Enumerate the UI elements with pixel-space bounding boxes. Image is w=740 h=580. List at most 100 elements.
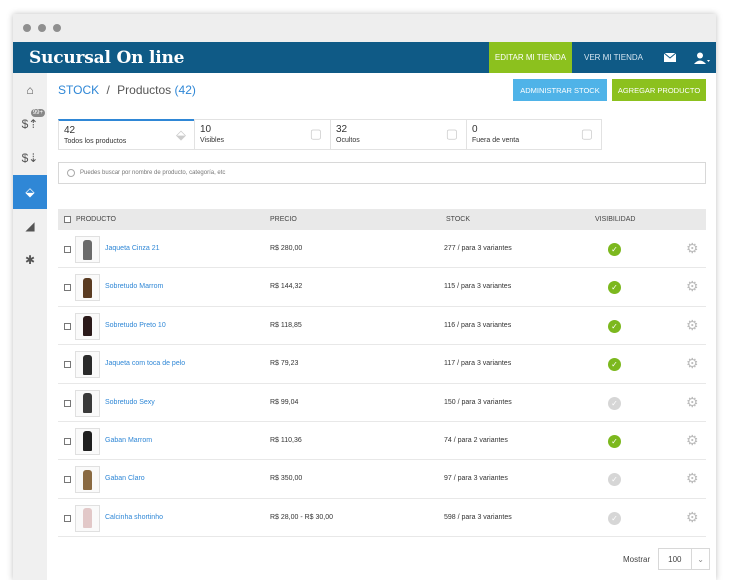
gear-icon[interactable]: ⚙ [686, 355, 699, 372]
row-checkbox[interactable] [64, 399, 71, 407]
gear-icon[interactable]: ⚙ [686, 317, 699, 334]
search-input[interactable]: Puedes buscar por nombre de producto, ca… [58, 162, 706, 184]
edit-store-button[interactable]: Editar mi tienda [489, 42, 572, 73]
product-name-link[interactable]: Jaqueta com toca de pelo [105, 360, 185, 367]
product-image [83, 393, 92, 414]
money-up-icon: $⇡ [21, 117, 39, 131]
visibility-toggle[interactable]: ✓ [608, 281, 621, 295]
row-checkbox[interactable] [64, 246, 71, 253]
product-thumbnail[interactable] [75, 351, 100, 379]
product-thumbnail[interactable] [75, 389, 100, 417]
sidebar-item-money-down[interactable]: $⇣ [13, 141, 47, 175]
sidebar-item-megaphone[interactable]: ◢ [13, 209, 47, 243]
product-name-link[interactable]: Jaqueta Cinza 21 [105, 245, 159, 252]
product-thumbnail[interactable] [75, 274, 100, 302]
product-thumbnail[interactable] [75, 312, 100, 340]
page-title: Productos [117, 83, 172, 97]
row-checkbox[interactable] [64, 437, 71, 445]
table-row: Sobretudo Sexy R$ 99,04 150 / para 3 varia… [58, 384, 706, 422]
tab-count: 10 [200, 124, 212, 135]
tab-visible[interactable]: 10 Visibles ▢ [194, 119, 330, 150]
table-row: Calcinha shortinho R$ 28,00 - R$ 30,00 598… [58, 499, 706, 538]
row-checkbox[interactable] [64, 514, 71, 522]
row-checkbox[interactable] [64, 322, 71, 330]
sidebar-item-home[interactable]: ⌂ [13, 73, 47, 107]
view-store-button[interactable]: Ver mi tienda [572, 42, 655, 73]
sidebar-item-gear[interactable]: ✱ [13, 243, 47, 277]
megaphone-icon: ◢ [25, 219, 35, 233]
shopping-bag-icon: ▢ [309, 126, 322, 141]
select-all-checkbox[interactable] [64, 216, 71, 223]
filter-tabs: 42 Todos los productos ⬙ 10 Visibles ▢ 3… [58, 119, 602, 150]
visibility-toggle[interactable]: ✓ [608, 511, 621, 525]
product-name-link[interactable]: Sobretudo Sexy [105, 399, 155, 406]
top-bar: Sucursal On line Editar mi tienda Ver mi… [13, 42, 716, 73]
product-thumbnail[interactable] [75, 466, 100, 494]
header-visibilidad[interactable]: Visibilidad [595, 216, 635, 223]
browser-window: Sucursal On line Editar mi tienda Ver mi… [13, 14, 716, 580]
tab-label: Todos los productos [64, 138, 127, 145]
sidebar-item-money-up[interactable]: $⇡ 99+ [13, 107, 47, 141]
window-dot [53, 24, 61, 32]
mail-icon[interactable] [656, 42, 684, 73]
table-row: Jaqueta com toca de pelo R$ 79,23 117 / pa… [58, 345, 706, 384]
chevron-down-icon: ⌄ [691, 549, 709, 569]
gear-icon[interactable]: ⚙ [686, 278, 699, 295]
pagination-footer: Mostrar 100 ⌄ [623, 548, 711, 570]
tab-hidden[interactable]: 32 Ocultos ▢ [330, 119, 466, 150]
breadcrumb: STOCK / Productos (42) [58, 83, 196, 97]
product-stock: 116 / para 3 variantes [444, 321, 512, 329]
product-name-link[interactable]: Sobretudo Marrom [105, 283, 163, 290]
gear-icon[interactable]: ⚙ [686, 470, 699, 487]
product-price: R$ 99,04 [270, 398, 299, 406]
gear-icon[interactable]: ⚙ [686, 240, 699, 257]
visibility-toggle[interactable]: ✓ [608, 243, 621, 256]
visibility-toggle[interactable]: ✓ [608, 319, 621, 333]
table-row: Gaban Marrom R$ 110,36 74 / para 2 variant… [58, 422, 706, 461]
page-size-select[interactable]: 100 ⌄ [658, 548, 711, 570]
table-row: Sobretudo Preto 10 R$ 118,85 116 / para 3 … [58, 307, 706, 346]
product-price: R$ 280,00 [270, 245, 303, 252]
shopping-bag-icon: ▢ [580, 126, 593, 141]
product-name-link[interactable]: Gaban Claro [105, 475, 145, 482]
tab-out-of-sale[interactable]: 0 Fuera de venta ▢ [466, 119, 602, 150]
product-image [83, 508, 92, 529]
product-name-link[interactable]: Sobretudo Preto 10 [105, 322, 166, 329]
product-thumbnail[interactable] [75, 236, 100, 263]
visibility-toggle[interactable]: ✓ [608, 396, 621, 410]
breadcrumb-stock-link[interactable]: STOCK [58, 83, 99, 97]
product-table: Jaqueta Cinza 21 R$ 280,00 277 / para 3 va… [58, 230, 706, 538]
product-thumbnail[interactable] [75, 427, 100, 455]
table-row: Gaban Claro R$ 350,00 97 / para 3 variante… [58, 460, 706, 499]
user-icon[interactable] [688, 42, 716, 73]
header-stock[interactable]: Stock [446, 216, 470, 223]
row-checkbox[interactable] [64, 476, 71, 484]
tab-label: Visibles [200, 137, 224, 144]
notification-badge: 99+ [30, 109, 45, 117]
tab-all[interactable]: 42 Todos los productos ⬙ [58, 119, 194, 150]
sidebar-item-tag[interactable]: ⬙ [13, 175, 47, 209]
visibility-toggle[interactable]: ✓ [608, 358, 621, 372]
row-checkbox[interactable] [64, 361, 71, 369]
product-stock: 277 / para 3 variantes [444, 245, 512, 252]
header-producto[interactable]: Producto [76, 216, 116, 223]
gear-icon[interactable]: ⚙ [686, 432, 699, 449]
header-precio[interactable]: Precio [270, 216, 297, 223]
gear-icon[interactable]: ⚙ [686, 509, 699, 526]
manage-stock-button[interactable]: Administrar stock [513, 79, 607, 101]
product-thumbnail[interactable] [75, 504, 100, 532]
visibility-toggle[interactable]: ✓ [608, 473, 621, 487]
product-price: R$ 118,85 [270, 321, 302, 329]
visibility-toggle[interactable]: ✓ [608, 434, 621, 448]
product-image [83, 316, 92, 337]
row-checkbox[interactable] [64, 284, 71, 292]
home-icon: ⌂ [26, 83, 34, 97]
gear-icon[interactable]: ⚙ [686, 394, 699, 411]
product-stock: 74 / para 2 variantes [444, 436, 508, 444]
product-name-link[interactable]: Calcinha shortinho [105, 514, 163, 521]
product-stock: 97 / para 3 variantes [444, 475, 508, 483]
product-name-link[interactable]: Gaban Marrom [105, 437, 152, 444]
page-size-value: 100 [668, 554, 682, 564]
tab-count: 42 [64, 125, 76, 136]
add-product-button[interactable]: Agregar producto [612, 79, 706, 101]
